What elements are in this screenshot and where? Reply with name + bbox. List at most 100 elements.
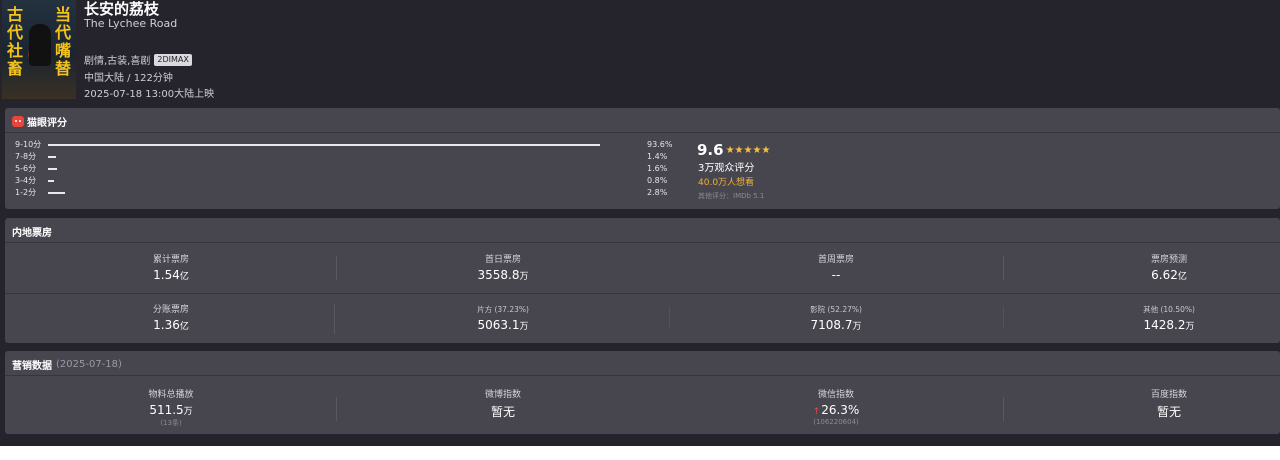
marketing-heading: 营销数据 (2025-07-18) [12, 357, 122, 372]
rating-dist-row: 7-8分 1.4% [15, 151, 675, 163]
movie-detail-page: 古代社畜 当代嘴替 长安的荔枝 The Lychee Road 剧情,古装,喜剧… [0, 0, 1280, 446]
rating-dist-row: 9-10分 93.6% [15, 139, 675, 151]
stat-value: 7108.7万 [670, 318, 1002, 332]
stat-value: 6.62亿 [1003, 268, 1280, 282]
stat-number: 511.5 [149, 403, 184, 417]
rating-dist-percent: 2.8% [647, 188, 668, 197]
stat-number: 6.62 [1151, 268, 1178, 282]
stat-number: 1428.2 [1143, 318, 1186, 332]
stat-cinema-share: 影院 (52.27%) 7108.7万 [670, 304, 1002, 332]
maoyan-score: 9.6 ★★★★★ [697, 141, 770, 159]
box-office-divider [5, 242, 1280, 243]
stat-total-box-office: 累计票房 1.54亿 [5, 252, 337, 282]
stat-label: 首日票房 [484, 255, 521, 265]
rating-dist-track [48, 156, 638, 158]
rating-heading-text: 猫眼评分 [27, 118, 67, 129]
rating-dist-label: 7-8分 [15, 152, 37, 161]
maoyan-cat-icon [12, 116, 24, 127]
format-badge: 2DIMAX [154, 53, 192, 66]
stat-unit: 亿 [1177, 272, 1187, 282]
column-divider [1003, 256, 1004, 280]
box-office-row-divider [5, 293, 1280, 294]
column-divider [336, 397, 337, 421]
rating-dist-fill [48, 144, 601, 146]
movie-genres: 剧情,古装,喜剧 2DIMAX [84, 52, 192, 67]
rating-dist-row: 3-4分 0.8% [15, 175, 675, 187]
stat-number: 7108.7 [810, 318, 853, 332]
stat-unit: 万 [1185, 322, 1195, 332]
rating-dist-label: 5-6分 [15, 164, 37, 173]
stat-label: 首周票房 [817, 255, 854, 265]
stat-value: 5063.1万 [337, 318, 669, 332]
column-divider [1003, 306, 1004, 328]
stat-other-share: 其他 (10.50%) 1428.2万 [1003, 304, 1280, 332]
rating-dist-fill [48, 156, 57, 158]
rating-dist-percent: 1.6% [647, 164, 668, 173]
stat-value: 1428.2万 [1003, 318, 1280, 332]
rating-dist-track [48, 168, 638, 170]
stat-value: 暂无 [1156, 405, 1181, 419]
rating-divider [5, 132, 1280, 133]
stat-number: 26.3% [821, 403, 860, 417]
stat-label: 分账票房 [152, 305, 189, 315]
score-count: 3万观众评分 [698, 163, 755, 174]
stat-label: 百度指数 [1150, 390, 1187, 400]
stat-first-day: 首日票房 3558.8万 [337, 252, 669, 282]
stat-number: 5063.1 [477, 318, 520, 332]
stat-wechat-index: 微信指数 ↑26.3% (106220604) [670, 387, 1002, 426]
rating-dist-label: 1-2分 [15, 188, 37, 197]
stat-label: 微信指数 [817, 390, 854, 400]
region-duration: 中国大陆 / 122分钟 [84, 73, 173, 84]
stat-value: 暂无 [490, 405, 515, 419]
rating-dist-label: 3-4分 [15, 176, 37, 185]
movie-english-title: The Lychee Road [84, 17, 178, 30]
rating-dist-fill [48, 180, 54, 182]
rating-dist-track [48, 144, 638, 146]
stat-label: 物料总播放 [148, 390, 194, 400]
rating-dist-percent: 1.4% [647, 152, 668, 161]
poster-left-text: 古代社畜 [6, 5, 23, 78]
stat-number: 3558.8 [477, 268, 520, 282]
stat-unit: 亿 [179, 322, 189, 332]
rating-dist-percent: 93.6% [647, 140, 673, 149]
trend-up-icon: ↑ [812, 407, 821, 417]
stat-label: 片方 (37.23%) [477, 305, 529, 314]
other-score: 其他评分：IMDb 5.1 [698, 192, 765, 200]
stat-unit: 亿 [179, 272, 189, 282]
stat-forecast: 票房预测 6.62亿 [1003, 252, 1280, 282]
column-divider [669, 306, 670, 328]
stat-first-week: 首周票房 -- [670, 252, 1002, 282]
stat-note: (106220604) [813, 418, 859, 426]
rating-dist-fill [48, 168, 58, 170]
rating-heading: 猫眼评分 [12, 114, 67, 129]
column-divider [334, 304, 335, 334]
stat-unit: 万 [519, 322, 529, 332]
box-office-panel: 内地票房 累计票房 1.54亿 首日票房 3558.8万 首周票房 -- 票房预… [5, 218, 1280, 343]
stat-number: 1.36 [153, 318, 180, 332]
genres-text: 剧情,古装,喜剧 [84, 56, 151, 67]
rating-dist-fill [48, 192, 65, 194]
stat-unit: 万 [852, 322, 862, 332]
movie-poster[interactable]: 古代社畜 当代嘴替 [2, 0, 76, 99]
rating-dist-label: 9-10分 [15, 140, 42, 149]
stat-weibo-index: 微博指数 暂无 [337, 387, 669, 420]
poster-figure [29, 24, 51, 66]
stat-label: 其他 (10.50%) [1143, 305, 1195, 314]
stat-material-plays: 物料总播放 511.5万 (13条) [5, 387, 337, 428]
column-divider [1003, 397, 1004, 421]
want-to-watch: 40.0万人想看 [698, 178, 755, 188]
stat-value: 3558.8万 [337, 268, 669, 282]
column-divider [336, 256, 337, 280]
marketing-date: (2025-07-18) [56, 359, 122, 370]
stat-producer-share: 片方 (37.23%) 5063.1万 [337, 304, 669, 332]
rating-dist-track [48, 192, 638, 194]
stat-unit: 万 [183, 407, 193, 417]
rating-dist-row: 5-6分 1.6% [15, 163, 675, 175]
stat-value: 511.5万 [5, 403, 337, 417]
stat-label: 微博指数 [484, 390, 521, 400]
stat-label: 影院 (52.27%) [810, 305, 862, 314]
rating-dist-percent: 0.8% [647, 176, 668, 185]
stat-value: ↑26.3% [670, 403, 1002, 417]
marketing-panel: 营销数据 (2025-07-18) 物料总播放 511.5万 (13条) 微博指… [5, 351, 1280, 434]
stat-value: 1.54亿 [5, 268, 337, 282]
